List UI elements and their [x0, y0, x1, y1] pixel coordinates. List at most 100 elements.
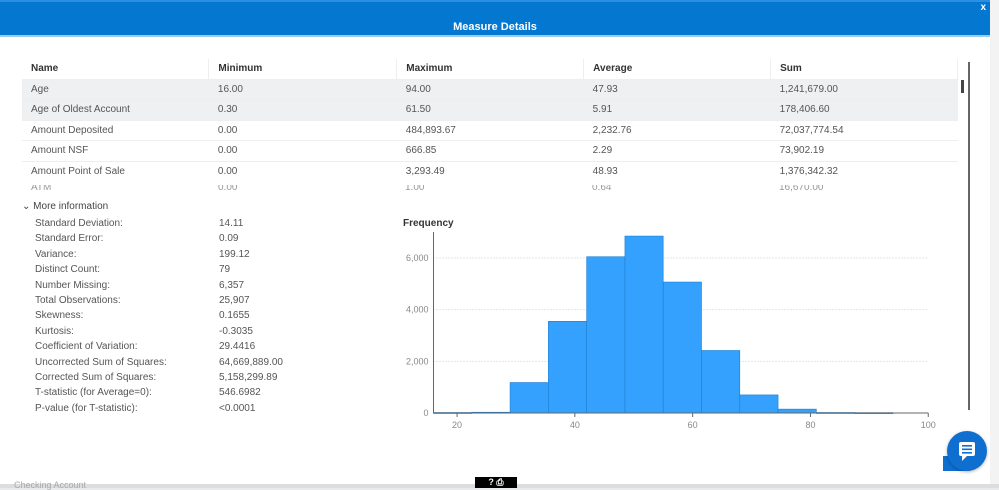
column-header[interactable]: Maximum [396, 59, 585, 79]
chart-title: Frequency [403, 218, 454, 229]
stat-row: T-statistic (for Average=0): 546.6982 [35, 387, 283, 402]
table-cell: 16.00 [208, 78, 397, 100]
table-row[interactable]: Age 16.00 94.00 47.93 1,241,679.00 [22, 78, 958, 100]
stat-row: Skewness: 0.1655 [35, 310, 283, 325]
histogram-bar[interactable] [777, 408, 817, 414]
stat-label: Coefficient of Variation: [35, 341, 138, 353]
table-cell: Amount NSF [22, 140, 209, 161]
table-cell: 47.93 [583, 78, 771, 100]
histogram-bar[interactable] [739, 394, 779, 414]
table-cell: 0.00 [208, 160, 397, 182]
x-tick-label: 40 [570, 420, 580, 430]
dialog-title: Measure Details [453, 21, 537, 33]
table-cell: 666.85 [396, 140, 584, 161]
stat-value: 0.09 [219, 233, 239, 245]
table-row-partial[interactable]: ATM 0.00 1.00 0.64 16,670.00 [22, 185, 958, 193]
stat-label: Skewness: [35, 310, 84, 322]
y-tick-label: 6,000 [406, 253, 429, 263]
table-cell: 5.91 [583, 99, 771, 120]
table-cell: 1.00 [405, 185, 425, 193]
measures-table: Name Minimum Maximum Average Sum Age 16.00 94.… [22, 59, 958, 182]
x-tick-label: 100 [921, 420, 936, 430]
stat-value: 546.6982 [219, 387, 261, 399]
stat-label: P-value (for T-statistic): [35, 402, 138, 414]
stat-row: Distinct Count: 79 [35, 264, 283, 279]
y-tick-label: 4,000 [406, 305, 429, 315]
chat-button[interactable] [947, 431, 987, 471]
table-cell: 73,902.19 [770, 140, 958, 161]
stat-row: Total Observations: 25,907 [35, 295, 283, 310]
stat-row: Coefficient of Variation: 29.4416 [35, 341, 283, 356]
table-cell: 1,241,679.00 [770, 78, 958, 100]
table-scrollbar[interactable] [961, 80, 964, 93]
chevron-down-icon: ⌄ [22, 201, 31, 212]
table-cell: 0.00 [218, 185, 238, 193]
close-button[interactable]: x [980, 2, 986, 13]
stat-value: 29.4416 [219, 341, 256, 353]
stat-value: 6,357 [219, 279, 245, 291]
stat-row: Standard Error: 0.09 [35, 233, 283, 248]
stat-row: P-value (for T-statistic): <0.0001 [35, 403, 283, 418]
table-cell: 0.64 [592, 185, 612, 193]
histogram-chart: Frequency 0 2,000 4,000 6,000 20 40 60 80 100 [403, 218, 936, 430]
x-tick-label: 20 [452, 420, 462, 430]
table-cell: Amount Point of Sale [22, 160, 209, 182]
stat-row: Uncorrected Sum of Squares: 64,669,889.00 [35, 357, 283, 372]
stat-value: 64,669,889.00 [219, 356, 283, 368]
stat-label: Variance: [35, 248, 77, 260]
column-header[interactable]: Minimum [208, 59, 398, 79]
checking-account-tab[interactable]: Checking Account [14, 480, 86, 490]
stat-value: -0.3035 [219, 325, 253, 337]
table-cell: ATM [31, 185, 52, 193]
histogram-bar[interactable] [509, 382, 549, 414]
measure-details-dialog: Measure Details x Name Minimum Maximum Aver… [0, 0, 990, 484]
stat-label: Uncorrected Sum of Squares: [35, 356, 167, 368]
table-cell: 1,376,342.32 [770, 160, 958, 182]
stat-value: 199.12 [219, 248, 250, 260]
y-tick-label: 0 [423, 408, 428, 418]
table-cell: 0.30 [208, 99, 397, 120]
stat-label: T-statistic (for Average=0): [35, 387, 152, 399]
histogram-bar[interactable] [624, 235, 664, 414]
table-cell: 16,670.00 [779, 185, 824, 193]
table-cell: 0.00 [208, 119, 397, 141]
table-cell: Age of Oldest Account [22, 99, 209, 120]
table-cell: 72,037,774.54 [770, 119, 958, 141]
table-cell: Age [22, 78, 209, 100]
column-header[interactable]: Sum [770, 59, 958, 79]
x-tick-label: 60 [688, 420, 698, 430]
dialog-header: Measure Details x [0, 0, 990, 37]
stat-label: Standard Deviation: [35, 218, 123, 229]
column-header[interactable]: Average [583, 59, 772, 79]
help-print-bar[interactable]: ? ⎙ [475, 477, 517, 488]
table-cell: 61.50 [396, 99, 584, 120]
stat-label: Kurtosis: [35, 325, 74, 337]
stat-label: Total Observations: [35, 294, 121, 306]
stats-list: Standard Deviation: 14.11 Standard Error: 0… [35, 218, 283, 418]
table-row[interactable]: Age of Oldest Account 0.30 61.50 5.91 178,40… [22, 99, 958, 120]
table-cell: 2,232.76 [583, 119, 771, 141]
histogram-bar[interactable] [701, 350, 741, 414]
stat-value: 14.11 [219, 218, 244, 229]
table-cell: Amount Deposited [22, 119, 209, 141]
table-cell: 94.00 [396, 78, 584, 100]
stat-value: 79 [219, 264, 231, 276]
stat-row: Kurtosis: -0.3035 [35, 326, 283, 341]
background-panel [990, 0, 999, 488]
histogram-bar[interactable] [586, 256, 626, 414]
more-information-toggle[interactable]: ⌄ More information [22, 201, 108, 212]
histogram-bar[interactable] [662, 281, 702, 414]
table-row[interactable]: Amount Deposited 0.00 484,893.67 2,232.76 72… [22, 119, 958, 141]
stat-label: Standard Error: [35, 233, 104, 245]
scrollbar[interactable] [968, 62, 970, 410]
table-row[interactable]: Amount Point of Sale 0.00 3,293.49 48.93 1,3… [22, 160, 958, 182]
stat-value: <0.0001 [219, 402, 256, 414]
histogram-bar[interactable] [548, 321, 587, 414]
stat-row: Corrected Sum of Squares: 5,158,299.89 [35, 372, 283, 387]
column-header[interactable]: Name [22, 59, 210, 79]
stat-row: Standard Deviation: 14.11 [35, 218, 283, 233]
stat-row: Number Missing: 6,357 [35, 280, 283, 295]
table-cell: 484,893.67 [396, 119, 584, 141]
table-row[interactable]: Amount NSF 0.00 666.85 2.29 73,902.19 [22, 140, 958, 161]
stat-label: Distinct Count: [35, 264, 101, 276]
